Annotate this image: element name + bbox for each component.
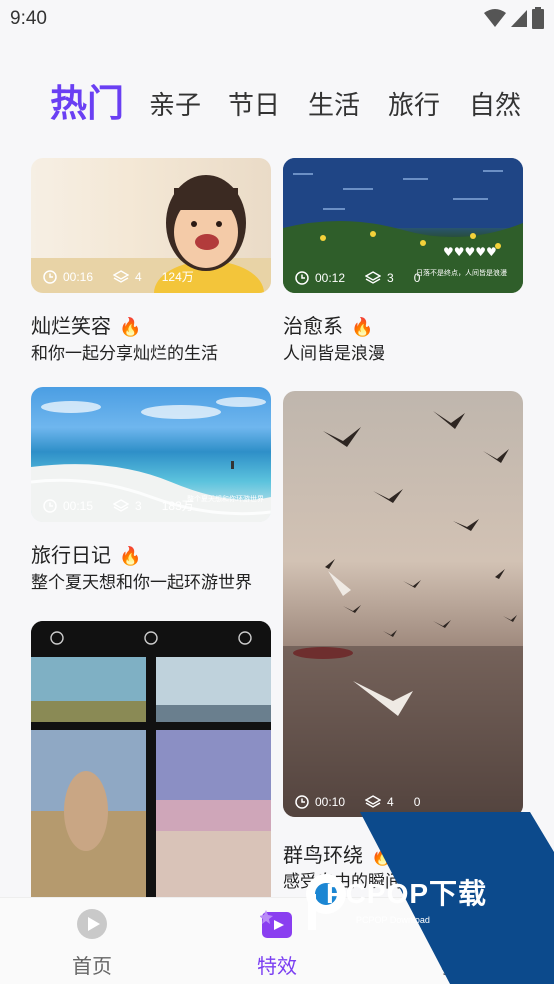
card-subtitle: 人间皆是浪漫: [283, 344, 385, 364]
signal-icon: [511, 10, 527, 27]
nav-home-label: 首页: [72, 954, 112, 978]
effect-card-smile[interactable]: 00:16 4 124万 灿烂笑容 🔥 和你一起分享灿烂的生活: [31, 158, 271, 364]
effect-card-birds[interactable]: 00:10 4 0 群鸟环绕 🔥 感受自由的瞬间: [283, 391, 523, 892]
view-count: 124万: [161, 270, 194, 284]
clock-icon: [43, 269, 57, 284]
card-thumbnail[interactable]: 整个夏天想和你环游世界 00:15 3 183万: [31, 387, 271, 522]
duration: 00:16: [63, 269, 94, 284]
layer-count: 3: [387, 271, 394, 285]
clock-icon: [295, 795, 309, 809]
category-tabs: 热门 亲子 节日 生活 旅行 自然: [50, 84, 554, 134]
layers-icon: [113, 498, 130, 512]
tab-nature[interactable]: 自然: [469, 84, 521, 128]
card-title: 群鸟环绕: [283, 843, 363, 867]
overlay-caption: 整个夏天想和你环游世界: [187, 495, 264, 503]
watermark-subtext: PCPOP Download: [356, 915, 430, 925]
card-thumbnail[interactable]: [31, 621, 271, 897]
wifi-icon: [484, 9, 506, 27]
card-subtitle: 整个夏天想和你一起环游世界: [31, 573, 252, 593]
card-title: 灿烂笑容: [31, 314, 111, 338]
card-thumbnail[interactable]: ♥♥♥♥♥ 日落不是终点，人间皆是浪漫 00:12 3 0: [283, 158, 523, 293]
duration: 00:10: [315, 795, 346, 809]
birds-photo: [283, 411, 523, 817]
clock-icon: [295, 271, 309, 285]
svg-text:♥♥♥♥♥: ♥♥♥♥♥: [443, 245, 497, 259]
watermark-brand: PCPOP下载: [326, 878, 488, 909]
duration: 00:12: [315, 271, 346, 285]
card-title: 治愈系: [283, 314, 343, 338]
profile-icon: [448, 912, 474, 939]
fire-icon: 🔥: [351, 317, 374, 338]
layers-icon: [365, 271, 382, 284]
nav-home[interactable]: 首页: [32, 898, 152, 984]
card-thumbnail[interactable]: 00:10 4 0: [283, 391, 523, 817]
card-subtitle: 和你一起分享灿烂的生活: [31, 344, 218, 364]
clock-icon: [43, 498, 57, 513]
layer-count: 4: [135, 269, 142, 284]
play-circle-icon: [77, 909, 107, 939]
layer-count: 4: [387, 795, 394, 809]
fire-icon: 🔥: [119, 317, 142, 338]
view-count: 0: [413, 795, 421, 809]
fire-icon: 🔥: [119, 546, 142, 567]
effect-card-healing[interactable]: ♥♥♥♥♥ 日落不是终点，人间皆是浪漫 00:12 3 0 治愈系 🔥 人间皆是浪…: [283, 158, 523, 364]
nav-profile-label: 我的: [441, 954, 481, 978]
status-time: 9:40: [10, 8, 47, 29]
effect-card-travel[interactable]: 整个夏天想和你环游世界 00:15 3 183万 旅行日记 🔥 整个夏天想和你一起…: [31, 387, 271, 593]
tab-festival[interactable]: 节日: [228, 84, 280, 128]
fire-icon: 🔥: [371, 846, 394, 867]
collage-photo: [31, 621, 271, 897]
effect-card-collage[interactable]: [31, 621, 271, 897]
card-title: 旅行日记: [31, 543, 111, 567]
effects-icon: [260, 910, 292, 938]
nav-effects-label: 特效: [257, 954, 297, 978]
tab-parent-child[interactable]: 亲子: [149, 84, 201, 128]
tab-travel[interactable]: 旅行: [388, 84, 440, 128]
layer-count: 3: [135, 498, 142, 513]
status-bar: 9:40: [0, 0, 554, 38]
layers-icon: [113, 269, 130, 283]
nav-effects[interactable]: 特效: [217, 898, 337, 984]
battery-icon: [532, 7, 544, 29]
card-thumbnail[interactable]: 00:16 4 124万: [31, 158, 271, 293]
tab-hot[interactable]: 热门: [50, 84, 124, 126]
overlay-caption: 日落不是终点，人间皆是浪漫: [416, 269, 507, 277]
view-count: 0: [413, 271, 421, 285]
layers-icon: [365, 795, 382, 808]
duration: 00:15: [63, 498, 94, 513]
tab-life[interactable]: 生活: [308, 84, 360, 128]
view-count: 183万: [161, 499, 194, 513]
